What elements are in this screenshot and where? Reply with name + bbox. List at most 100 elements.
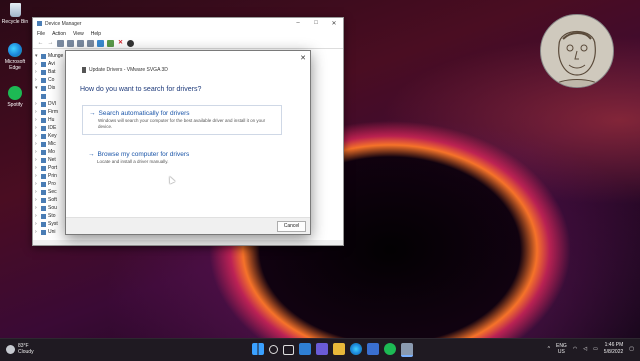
- uninstall-icon[interactable]: ✕: [117, 40, 124, 47]
- scan-hardware-icon[interactable]: [97, 39, 104, 47]
- tree-item[interactable]: › Sou: [35, 204, 67, 212]
- desktop-icon-label: Recycle Bin: [1, 19, 29, 25]
- spotify-icon[interactable]: [384, 343, 396, 355]
- weather-desc: Cloudy: [18, 349, 34, 355]
- disable-device-icon[interactable]: [127, 39, 134, 47]
- device-icon: [41, 173, 46, 179]
- close-button[interactable]: ✕: [325, 20, 343, 27]
- tree-item[interactable]: › Mic: [35, 140, 67, 148]
- language-indicator[interactable]: ENG US: [556, 343, 567, 355]
- desktop-icon-spotify[interactable]: Spotify: [0, 86, 30, 108]
- tree-item[interactable]: ▾ Dis: [35, 84, 67, 92]
- store-icon[interactable]: [367, 343, 379, 355]
- device-manager-titlebar[interactable]: Device Manager – □ ✕: [33, 18, 343, 29]
- device-icon: [41, 117, 46, 123]
- maximize-button[interactable]: □: [307, 20, 325, 27]
- notifications-icon[interactable]: ▢: [629, 346, 634, 352]
- menu-bar: File Action View Help: [33, 29, 343, 38]
- tree-item[interactable]: › Co: [35, 76, 67, 84]
- clock[interactable]: 1:46 PM 5/8/2022: [604, 342, 623, 356]
- dialog-header-text: Update Drivers - VMware SVGA 3D: [89, 67, 168, 73]
- update-drivers-dialog: ✕ Update Drivers - VMware SVGA 3D How do…: [65, 50, 311, 235]
- help-icon[interactable]: [77, 39, 84, 47]
- spotify-icon: [8, 86, 22, 100]
- tree-item[interactable]: › Firm: [35, 108, 67, 116]
- display-adapter-icon: [41, 93, 46, 99]
- device-icon: [41, 149, 46, 155]
- tree-item[interactable]: › DVI: [35, 100, 67, 108]
- browse-computer-option[interactable]: → Browse my computer for drivers Locate …: [82, 147, 280, 169]
- tree-item[interactable]: › Sec: [35, 188, 67, 196]
- tree-item[interactable]: › Bat: [35, 68, 67, 76]
- device-icon: [41, 205, 46, 211]
- file-explorer-icon[interactable]: [333, 343, 345, 355]
- edge-icon[interactable]: [350, 343, 362, 355]
- battery-icon[interactable]: ▭: [593, 346, 598, 352]
- device-icon: [41, 101, 46, 107]
- tree-item[interactable]: › Prin: [35, 172, 67, 180]
- add-device-icon[interactable]: [107, 39, 114, 47]
- tree-item[interactable]: › Soft: [35, 196, 67, 204]
- device-icon: [41, 141, 46, 147]
- recycle-bin-icon: [9, 3, 21, 17]
- tree-item[interactable]: › IDE: [35, 124, 67, 132]
- webcam-avatar: [540, 14, 614, 88]
- status-bar: [33, 240, 343, 245]
- arrow-right-icon: →: [88, 151, 95, 158]
- taskbar: 83°F Cloudy ^ ENG US ◠ ◁ ▭ 1:46 PM 5/8/2…: [0, 338, 640, 361]
- view-icon[interactable]: [87, 39, 94, 47]
- device-icon: [41, 165, 46, 171]
- wifi-icon[interactable]: ◠: [573, 346, 577, 352]
- dialog-header: Update Drivers - VMware SVGA 3D: [82, 67, 168, 73]
- toolbar: ← → ✕: [33, 38, 343, 49]
- menu-action[interactable]: Action: [52, 31, 66, 37]
- tree-item-selected[interactable]: [35, 92, 67, 100]
- tree-item[interactable]: › Hu: [35, 116, 67, 124]
- search-icon[interactable]: [269, 345, 278, 354]
- tree-item[interactable]: › Sto: [35, 212, 67, 220]
- tree-item[interactable]: › Port: [35, 164, 67, 172]
- tree-item[interactable]: › Mo: [35, 148, 67, 156]
- option-description: Locate and install a driver manually.: [97, 159, 169, 164]
- properties-icon[interactable]: [57, 39, 64, 47]
- option-description: Windows will search your computer for th…: [98, 118, 266, 129]
- desktop-icon-recycle-bin[interactable]: Recycle Bin: [0, 3, 30, 25]
- tree-item[interactable]: › Uni: [35, 228, 67, 236]
- display-adapter-icon: [41, 85, 46, 91]
- chat-icon[interactable]: [316, 343, 328, 355]
- taskbar-apps: [252, 343, 413, 357]
- weather-widget[interactable]: 83°F Cloudy: [6, 343, 34, 355]
- device-manager-icon: [37, 21, 42, 26]
- option-title: Search automatically for drivers: [98, 110, 190, 117]
- tree-item[interactable]: › Avi: [35, 60, 67, 68]
- search-automatically-option[interactable]: → Search automatically for drivers Windo…: [82, 105, 282, 135]
- tree-item[interactable]: › Net: [35, 156, 67, 164]
- start-icon[interactable]: [252, 343, 264, 355]
- device-icon: [41, 109, 46, 115]
- dialog-footer: Cancel: [66, 217, 310, 234]
- tree-item[interactable]: › Syst: [35, 220, 67, 228]
- chevron-up-icon[interactable]: ^: [548, 346, 550, 352]
- tree-item[interactable]: ▾ Munge: [35, 52, 67, 60]
- device-icon: [41, 213, 46, 219]
- widgets-icon[interactable]: [299, 343, 311, 355]
- back-arrow-icon[interactable]: ←: [37, 40, 44, 47]
- device-icon: [41, 181, 46, 187]
- task-view-icon[interactable]: [283, 345, 294, 355]
- menu-view[interactable]: View: [73, 31, 84, 37]
- edge-icon: [8, 43, 22, 57]
- device-icon: [41, 221, 46, 227]
- tree-item[interactable]: › Pro: [35, 180, 67, 188]
- forward-arrow-icon[interactable]: →: [47, 40, 54, 47]
- tree-item[interactable]: › Key: [35, 132, 67, 140]
- cancel-button[interactable]: Cancel: [277, 221, 306, 232]
- volume-icon[interactable]: ◁: [583, 346, 587, 352]
- menu-file[interactable]: File: [37, 31, 45, 37]
- minimize-button[interactable]: –: [289, 20, 307, 27]
- device-tree: ▾ Munge › Avi › Bat › Co ▾ Dis › DVI › Firm › Hu…: [35, 52, 67, 236]
- desktop-icon-edge[interactable]: Microsoft Edge: [0, 43, 30, 71]
- dialog-close-button[interactable]: ✕: [300, 54, 306, 62]
- update-driver-icon[interactable]: [67, 39, 74, 47]
- device-manager-taskbar-icon[interactable]: [401, 343, 413, 357]
- menu-help[interactable]: Help: [91, 31, 101, 37]
